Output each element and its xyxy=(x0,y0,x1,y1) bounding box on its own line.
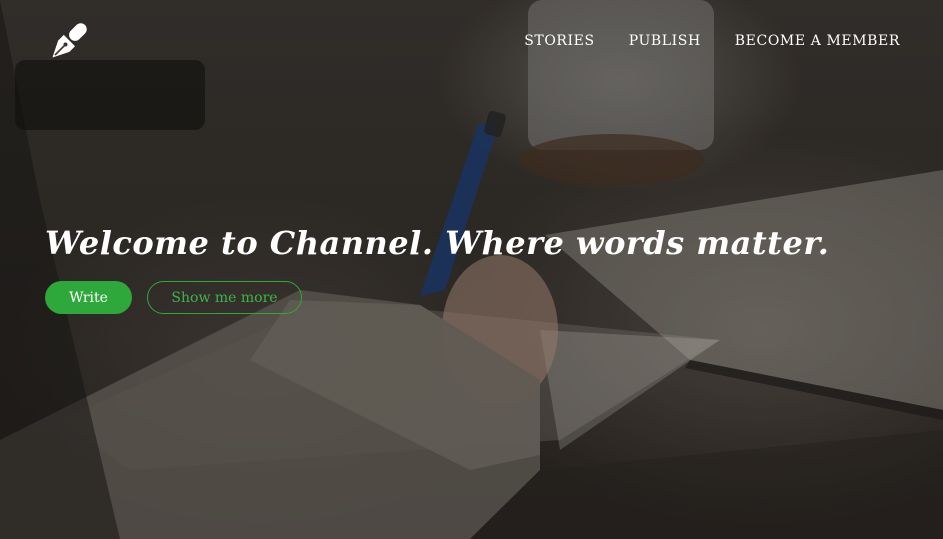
nav-become-member[interactable]: BECOME A MEMBER xyxy=(735,33,900,49)
hero-headline: Welcome to Channel. Where words matter. xyxy=(45,224,830,262)
hero-section: STORIES PUBLISH BECOME A MEMBER Welcome … xyxy=(0,0,943,539)
write-button[interactable]: Write xyxy=(45,281,132,314)
hero-actions: Write Show me more xyxy=(45,281,302,314)
fountain-pen-nib-icon[interactable] xyxy=(44,18,92,66)
dark-overlay xyxy=(0,0,943,539)
main-navigation: STORIES PUBLISH BECOME A MEMBER xyxy=(524,33,900,49)
show-more-button[interactable]: Show me more xyxy=(147,281,302,314)
nav-publish[interactable]: PUBLISH xyxy=(629,33,701,49)
nav-stories[interactable]: STORIES xyxy=(524,33,595,49)
